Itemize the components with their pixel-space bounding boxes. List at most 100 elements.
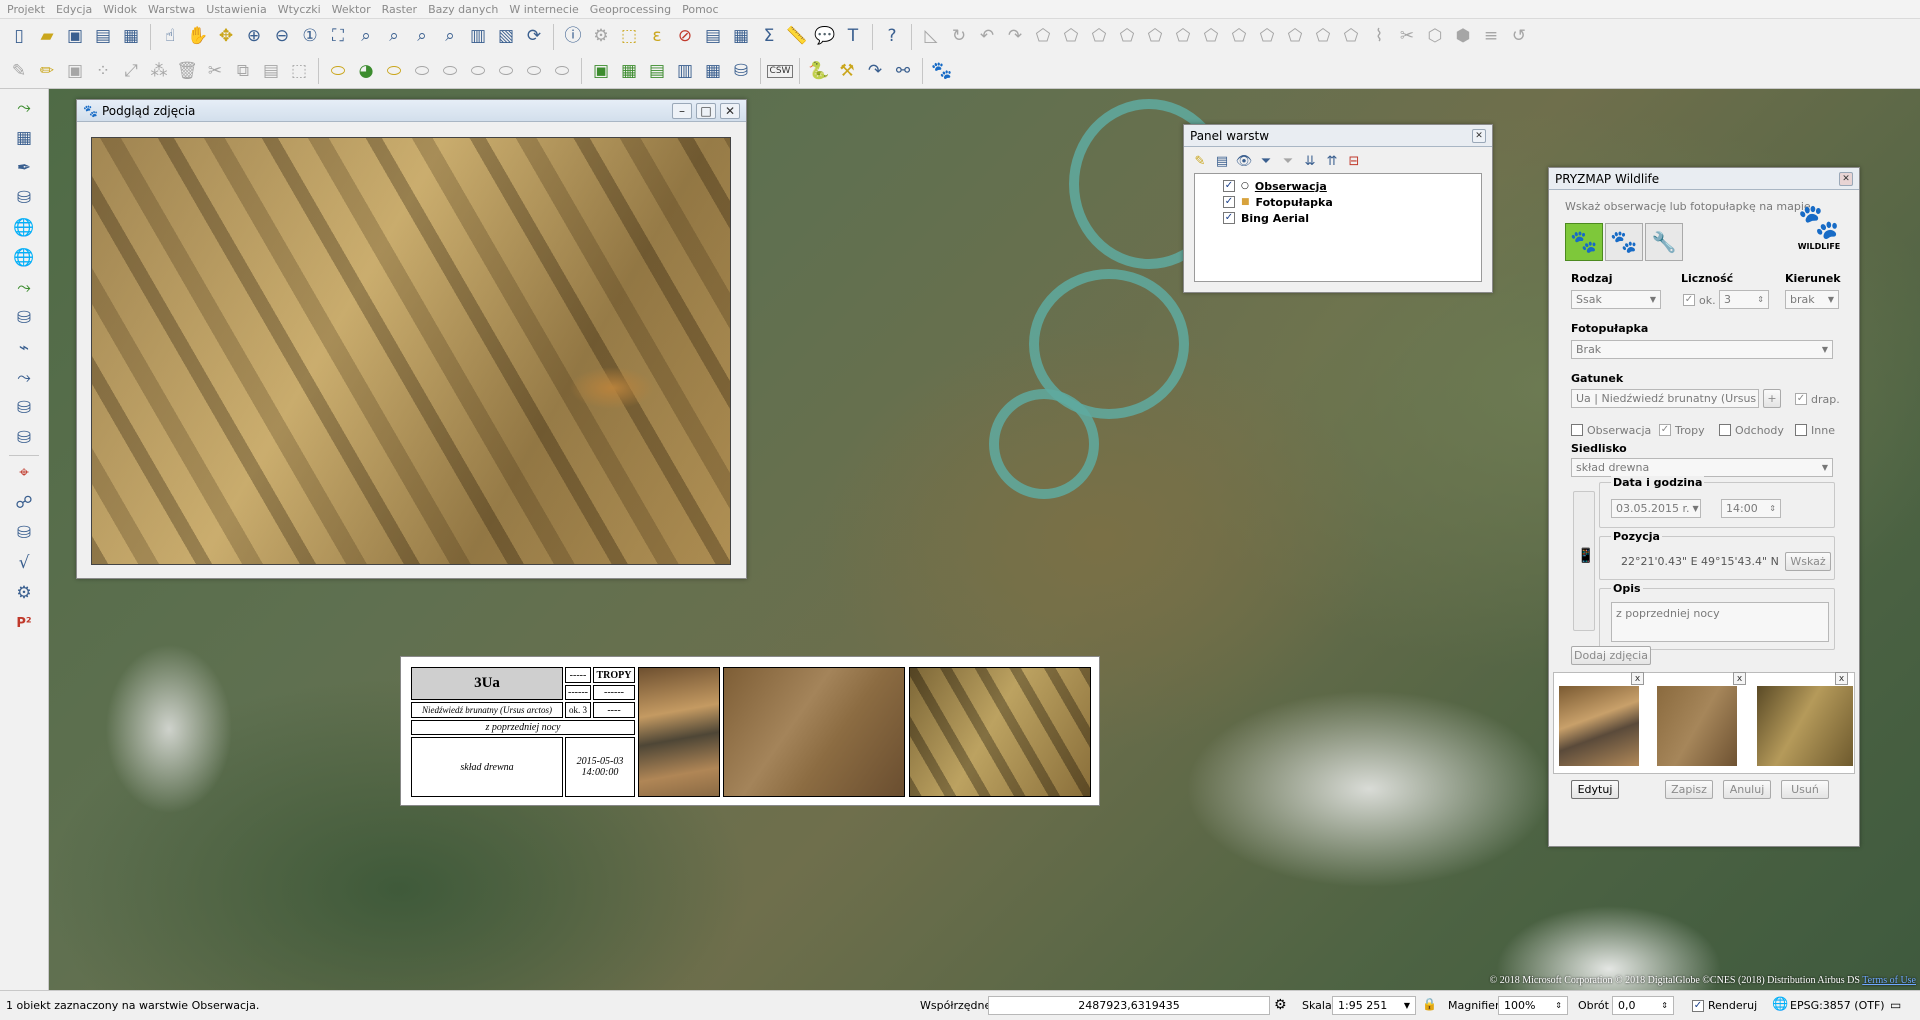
close-button[interactable]: ✕ [720, 102, 740, 119]
messages-icon[interactable]: ▭ [1890, 998, 1901, 1012]
menu-raster[interactable]: Raster [382, 3, 417, 16]
advanced-edit-icon[interactable]: ⬠ [1198, 23, 1224, 51]
paste-icon[interactable]: ▤ [258, 57, 284, 85]
topology-icon[interactable]: ⚙ [8, 580, 40, 606]
new-bookmark-icon[interactable]: ▥ [465, 23, 491, 51]
approx-checkbox[interactable]: ✓ [1683, 294, 1695, 306]
digitizing-icon[interactable]: ⬚ [286, 57, 312, 85]
plugin-icon[interactable]: ▦ [700, 57, 726, 85]
layers-panel-titlebar[interactable]: Panel warstw ✕ [1184, 125, 1492, 147]
new-spatialite-layer-icon[interactable]: ⛁ [8, 395, 40, 421]
advanced-edit-icon[interactable]: ⬠ [1254, 23, 1280, 51]
new-project-icon[interactable]: ▯ [6, 23, 32, 51]
zoom-full-icon[interactable]: ⛶ [325, 23, 351, 51]
select-features-icon[interactable]: ⬚ [616, 23, 642, 51]
measure-icon[interactable]: 📏 [784, 23, 810, 51]
save-button[interactable]: Zapisz [1665, 780, 1713, 799]
action-icon[interactable]: ⚙ [588, 23, 614, 51]
python-console-icon[interactable]: 🐍 [806, 57, 832, 85]
layer-visibility-checkbox[interactable]: ✓ [1223, 196, 1235, 208]
redo-icon[interactable]: ↷ [1002, 23, 1028, 51]
observation-map-label[interactable]: 3Ua ----- TROPY ------ ------ Niedźwiedź… [400, 656, 1100, 806]
zoom-in-icon[interactable]: ⊕ [241, 23, 267, 51]
menu-wtyczki[interactable]: Wtyczki [278, 3, 321, 16]
label-property-icon[interactable]: ⬭ [549, 57, 575, 85]
remove-photo-button[interactable]: x [1733, 672, 1746, 685]
menu-warstwa[interactable]: Warstwa [148, 3, 195, 16]
add-postgis-icon[interactable]: ⛁ [8, 305, 40, 331]
attribute-table-icon[interactable]: ▤ [700, 23, 726, 51]
advanced-edit-icon[interactable]: ⬠ [1338, 23, 1364, 51]
time-spinbox[interactable]: 14:00 ⇕ [1721, 499, 1781, 518]
menu-ustawienia[interactable]: Ustawienia [206, 3, 266, 16]
settings-tool-button[interactable]: 🔧 [1645, 223, 1683, 261]
crs-button[interactable]: EPSG:3857 (OTF) [1790, 999, 1885, 1012]
add-wms-layer-icon[interactable]: 🌐 [8, 215, 40, 241]
add-photos-button[interactable]: Dodaj zdjęcia [1571, 646, 1651, 665]
rotate-label-icon[interactable]: ⬭ [465, 57, 491, 85]
show-position-button[interactable]: Wskaż [1785, 552, 1831, 571]
measure-layer-icon[interactable]: ⛁ [8, 520, 40, 546]
zoom-last-icon[interactable]: ⌕ [409, 23, 435, 51]
advanced-edit-icon[interactable]: ⬠ [1310, 23, 1336, 51]
gatunek-select[interactable]: Ua | Niedźwiedź brunatny (Ursus ar▼ [1571, 389, 1759, 408]
redo-history-icon[interactable]: ↷ [862, 57, 888, 85]
layer-visibility-checkbox[interactable]: ✓ [1223, 180, 1235, 192]
show-hide-labels-icon[interactable]: ⬭ [409, 57, 435, 85]
node-tool-icon[interactable]: ⁂ [146, 57, 172, 85]
zoom-native-icon[interactable]: ① [297, 23, 323, 51]
pin-labels-icon[interactable]: ⬭ [381, 57, 407, 85]
menu-edycja[interactable]: Edycja [56, 3, 92, 16]
type-odchody-checkbox[interactable] [1719, 424, 1731, 436]
count-spinbox[interactable]: 3 ⇕ [1719, 290, 1769, 309]
add-wcs-layer-icon[interactable]: 🌐 [8, 245, 40, 271]
raster-plugin-icon[interactable]: ▤ [644, 57, 670, 85]
advanced-edit-icon[interactable]: ⬠ [1282, 23, 1308, 51]
select-by-location-icon[interactable]: ☍ [8, 490, 40, 516]
import-icon[interactable]: ▣ [588, 57, 614, 85]
map-tips-icon[interactable]: 💬 [812, 23, 838, 51]
advanced-edit-icon[interactable]: ⬠ [1142, 23, 1168, 51]
add-wfs-layer-icon[interactable]: ⤳ [8, 275, 40, 301]
menu-bazy-danych[interactable]: Bazy danych [428, 3, 498, 16]
new-shapefile-icon[interactable]: ⤳ [8, 365, 40, 391]
save-as-icon[interactable]: ▤ [90, 23, 116, 51]
zoom-next-icon[interactable]: ⌕ [437, 23, 463, 51]
type-tropy-checkbox[interactable]: ✓ [1659, 424, 1671, 436]
new-temp-layer-icon[interactable]: ⛁ [8, 425, 40, 451]
digitize-plugin-icon[interactable]: ▦ [616, 57, 642, 85]
cut-icon[interactable]: ✂ [202, 57, 228, 85]
database-icon[interactable]: ⛁ [728, 57, 754, 85]
open-project-icon[interactable]: ▰ [34, 23, 60, 51]
undo-icon[interactable]: ↶ [974, 23, 1000, 51]
advanced-edit-icon[interactable]: ⬠ [1058, 23, 1084, 51]
simplify-icon[interactable]: ⌇ [1366, 23, 1392, 51]
render-checkbox[interactable]: ✓ [1692, 1000, 1704, 1012]
save-project-icon[interactable]: ▣ [62, 23, 88, 51]
wildlife-panel-titlebar[interactable]: PRYZMAP Wildlife ✕ [1549, 168, 1859, 190]
identify-icon[interactable]: ⓘ [560, 23, 586, 51]
label-property-icon[interactable]: ⬭ [521, 57, 547, 85]
observation-tool-button[interactable]: 🐾 [1565, 223, 1603, 261]
close-button[interactable]: ✕ [1839, 171, 1853, 186]
date-select[interactable]: 03.05.2015 r. ▼ [1611, 499, 1701, 518]
offset-icon[interactable]: ≡ [1478, 23, 1504, 51]
camera-trap-tool-button[interactable]: 🐾 [1605, 223, 1643, 261]
rotate-icon[interactable]: ↻ [946, 23, 972, 51]
change-label-icon[interactable]: ⬭ [493, 57, 519, 85]
layer-row-obserwacja[interactable]: ✓ ○ Obserwacja [1201, 178, 1475, 194]
pan-to-selection-icon[interactable]: ✥ [213, 23, 239, 51]
fotopulapka-select[interactable]: Brak ▼ [1571, 340, 1833, 359]
photo-window-titlebar[interactable]: 🐾 Podgląd zdjęcia – □ ✕ [77, 100, 746, 122]
label-icon[interactable]: ⬭ [325, 57, 351, 85]
toggle-editing-icon[interactable]: ✏ [34, 57, 60, 85]
magnifier-spinbox[interactable]: 100% ⇕ [1498, 996, 1568, 1015]
add-feature-icon[interactable]: ⁘ [90, 57, 116, 85]
diagram-icon[interactable]: ◕ [353, 57, 379, 85]
layer-row-bing-aerial[interactable]: ✓ Bing Aerial [1201, 210, 1475, 226]
refresh-icon[interactable]: ⟳ [521, 23, 547, 51]
type-inne-checkbox[interactable] [1795, 424, 1807, 436]
photo-thumbnail-tracks[interactable] [1657, 686, 1737, 766]
advanced-edit-icon[interactable]: ⬠ [1030, 23, 1056, 51]
remove-photo-button[interactable]: x [1835, 672, 1848, 685]
